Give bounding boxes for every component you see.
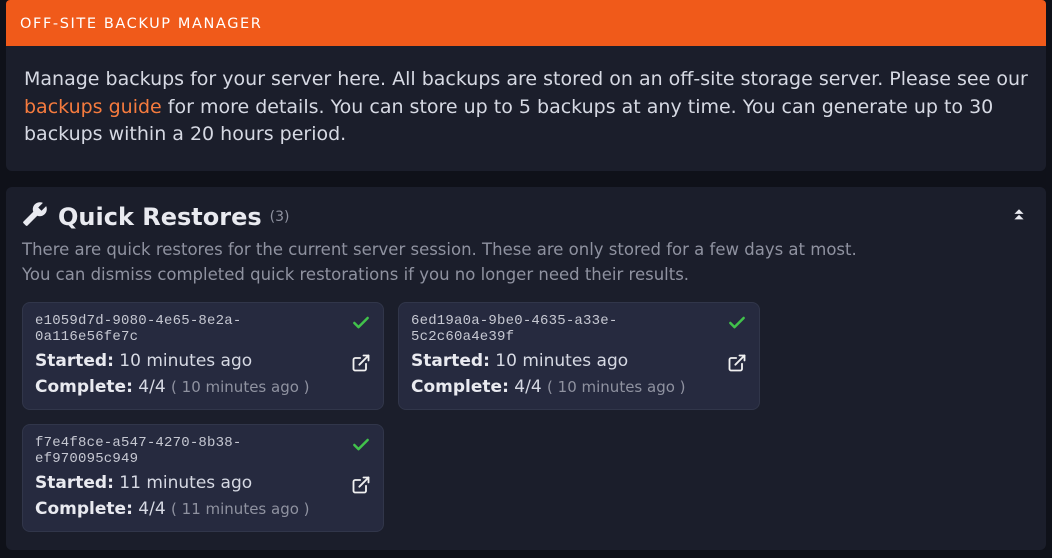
restore-complete: 4/4 — [138, 499, 165, 519]
banner-title: OFF-SITE BACKUP MANAGER — [20, 16, 262, 32]
restore-complete: 4/4 — [138, 377, 165, 397]
restore-card: e1059d7d-9080-4e65-8e2a-0a116e56fe7c Sta… — [22, 302, 384, 410]
started-label: Started: — [35, 351, 114, 371]
quick-restores-sub1: There are quick restores for the current… — [22, 237, 1008, 263]
started-label: Started: — [411, 351, 490, 371]
open-icon[interactable] — [727, 353, 747, 377]
check-icon — [351, 313, 371, 337]
restore-card: 6ed19a0a-9be0-4635-a33e-5c2c60a4e39f Sta… — [398, 302, 760, 410]
restore-started: 10 minutes ago — [495, 351, 628, 371]
restore-hash: e1059d7d-9080-4e65-8e2a-0a116e56fe7c — [35, 313, 329, 345]
restore-started-line: Started: 10 minutes ago — [35, 351, 329, 371]
restore-hash: f7e4f8ce-a547-4270-8b38-ef970095c949 — [35, 435, 329, 467]
page-banner: OFF-SITE BACKUP MANAGER — [6, 0, 1046, 46]
restore-complete-line: Complete: 4/4 ( 11 minutes ago ) — [35, 499, 329, 519]
restore-started: 11 minutes ago — [119, 473, 252, 493]
started-label: Started: — [35, 473, 114, 493]
quick-restores-count: (3) — [270, 209, 290, 225]
collapse-icon[interactable] — [1008, 201, 1030, 227]
check-icon — [727, 313, 747, 337]
restore-complete-line: Complete: 4/4 ( 10 minutes ago ) — [411, 377, 705, 397]
wrench-icon — [22, 201, 52, 233]
check-icon — [351, 435, 371, 459]
description-pre: Manage backups for your server here. All… — [24, 68, 1028, 90]
complete-label: Complete: — [35, 377, 133, 397]
restore-hash: 6ed19a0a-9be0-4635-a33e-5c2c60a4e39f — [411, 313, 705, 345]
backups-guide-link[interactable]: backups guide — [24, 96, 162, 118]
open-icon[interactable] — [351, 475, 371, 499]
restore-complete-when: ( 11 minutes ago ) — [171, 500, 309, 518]
complete-label: Complete: — [411, 377, 509, 397]
description-panel: Manage backups for your server here. All… — [6, 46, 1046, 171]
quick-restores-title: Quick Restores — [58, 203, 262, 231]
quick-restores-sub2: You can dismiss completed quick restorat… — [22, 262, 1008, 288]
quick-restores-section: Quick Restores (3) There are quick resto… — [6, 187, 1046, 550]
restore-cards: e1059d7d-9080-4e65-8e2a-0a116e56fe7c Sta… — [22, 302, 1030, 532]
complete-label: Complete: — [35, 499, 133, 519]
restore-complete: 4/4 — [514, 377, 541, 397]
section-title: Quick Restores (3) — [22, 201, 1008, 233]
restore-started: 10 minutes ago — [119, 351, 252, 371]
restore-complete-line: Complete: 4/4 ( 10 minutes ago ) — [35, 377, 329, 397]
restore-started-line: Started: 10 minutes ago — [411, 351, 705, 371]
description-post: for more details. You can store up to 5 … — [24, 96, 993, 146]
restore-card: f7e4f8ce-a547-4270-8b38-ef970095c949 Sta… — [22, 424, 384, 532]
restore-complete-when: ( 10 minutes ago ) — [171, 378, 309, 396]
restore-complete-when: ( 10 minutes ago ) — [547, 378, 685, 396]
restore-started-line: Started: 11 minutes ago — [35, 473, 329, 493]
open-icon[interactable] — [351, 353, 371, 377]
